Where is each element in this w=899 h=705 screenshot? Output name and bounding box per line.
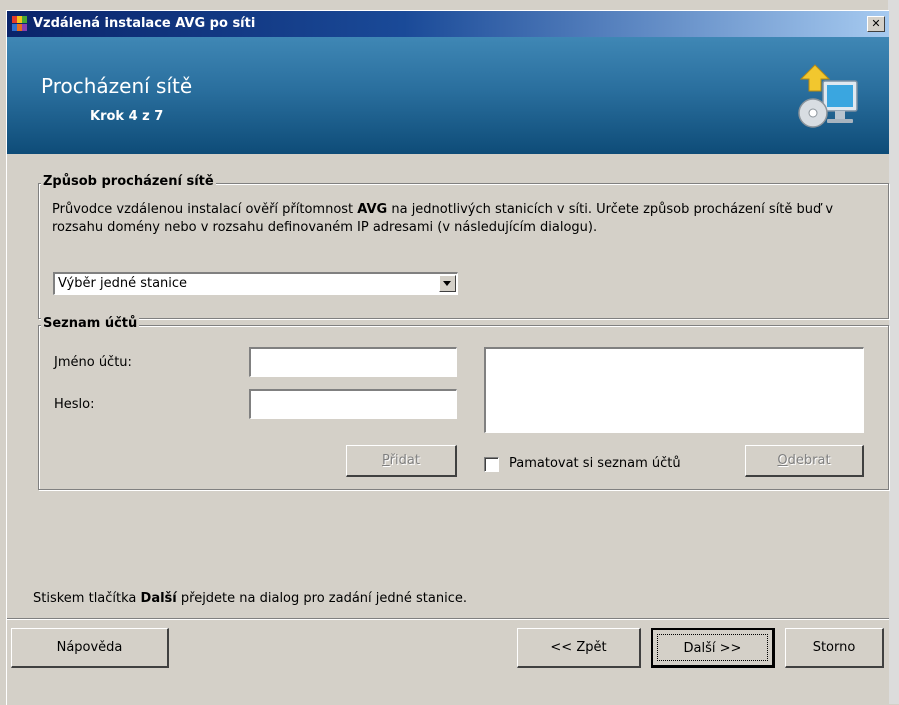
network-computer-icon <box>798 64 858 128</box>
description-bold: AVG <box>357 202 388 217</box>
hint-text-2: přejdete na dialog pro zadání jedné stan… <box>176 591 467 606</box>
hint-bold: Další <box>140 591 177 606</box>
browse-method-value: Výběr jedné stanice <box>58 276 188 291</box>
window-title: Vzdálená instalace AVG po síti <box>33 16 256 31</box>
remember-accounts-checkbox[interactable] <box>484 457 499 472</box>
chevron-down-icon <box>443 281 451 286</box>
next-focus-ring <box>657 634 768 661</box>
remove-account-button[interactable]: Odebrat <box>745 445 864 477</box>
title-bar[interactable]: Vzdálená instalace AVG po síti ✕ <box>7 11 889 37</box>
wizard-header: Procházení sítě Krok 4 z 7 <box>7 37 889 154</box>
close-icon: ✕ <box>871 17 881 30</box>
back-button[interactable]: << Zpět <box>517 628 641 668</box>
add-label-rest: řidat <box>389 453 420 468</box>
remove-mnemonic: O <box>777 453 788 468</box>
remove-label-rest: debrat <box>787 453 831 468</box>
help-button[interactable]: Nápověda <box>11 628 169 668</box>
account-name-label: Jméno účtu: <box>54 355 132 370</box>
installer-window: Vzdálená instalace AVG po síti ✕ Procház… <box>6 10 889 705</box>
dropdown-arrow-button[interactable] <box>439 275 456 292</box>
close-button[interactable]: ✕ <box>867 16 885 32</box>
remember-accounts-label[interactable]: Pamatovat si seznam účtů <box>509 456 681 471</box>
hint-text-1: Stiskem tlačítka <box>33 591 141 606</box>
add-account-button[interactable]: Přidat <box>346 445 457 477</box>
cancel-button[interactable]: Storno <box>785 628 884 668</box>
account-name-input[interactable] <box>249 347 457 377</box>
add-mnemonic: P <box>382 453 390 468</box>
browse-description: Průvodce vzdálenou instalací ověří příto… <box>52 201 882 237</box>
step-indicator: Krok 4 z 7 <box>90 109 164 124</box>
page-title: Procházení sítě <box>41 74 193 98</box>
avg-app-icon <box>12 16 27 31</box>
next-button[interactable]: Další >> <box>651 628 775 668</box>
account-list-legend: Seznam účtů <box>41 316 140 331</box>
next-step-hint: Stiskem tlačítka Další přejdete na dialo… <box>33 591 467 606</box>
browse-method-legend: Způsob procházení sítě <box>41 174 216 189</box>
password-label: Heslo: <box>54 397 95 412</box>
footer-separator <box>7 618 889 620</box>
password-input[interactable] <box>249 389 457 419</box>
account-list-box[interactable] <box>484 347 864 433</box>
description-text-1: Průvodce vzdálenou instalací ověří příto… <box>52 202 358 217</box>
browse-method-select[interactable]: Výběr jedné stanice <box>53 272 458 295</box>
desktop-edge <box>888 0 899 704</box>
